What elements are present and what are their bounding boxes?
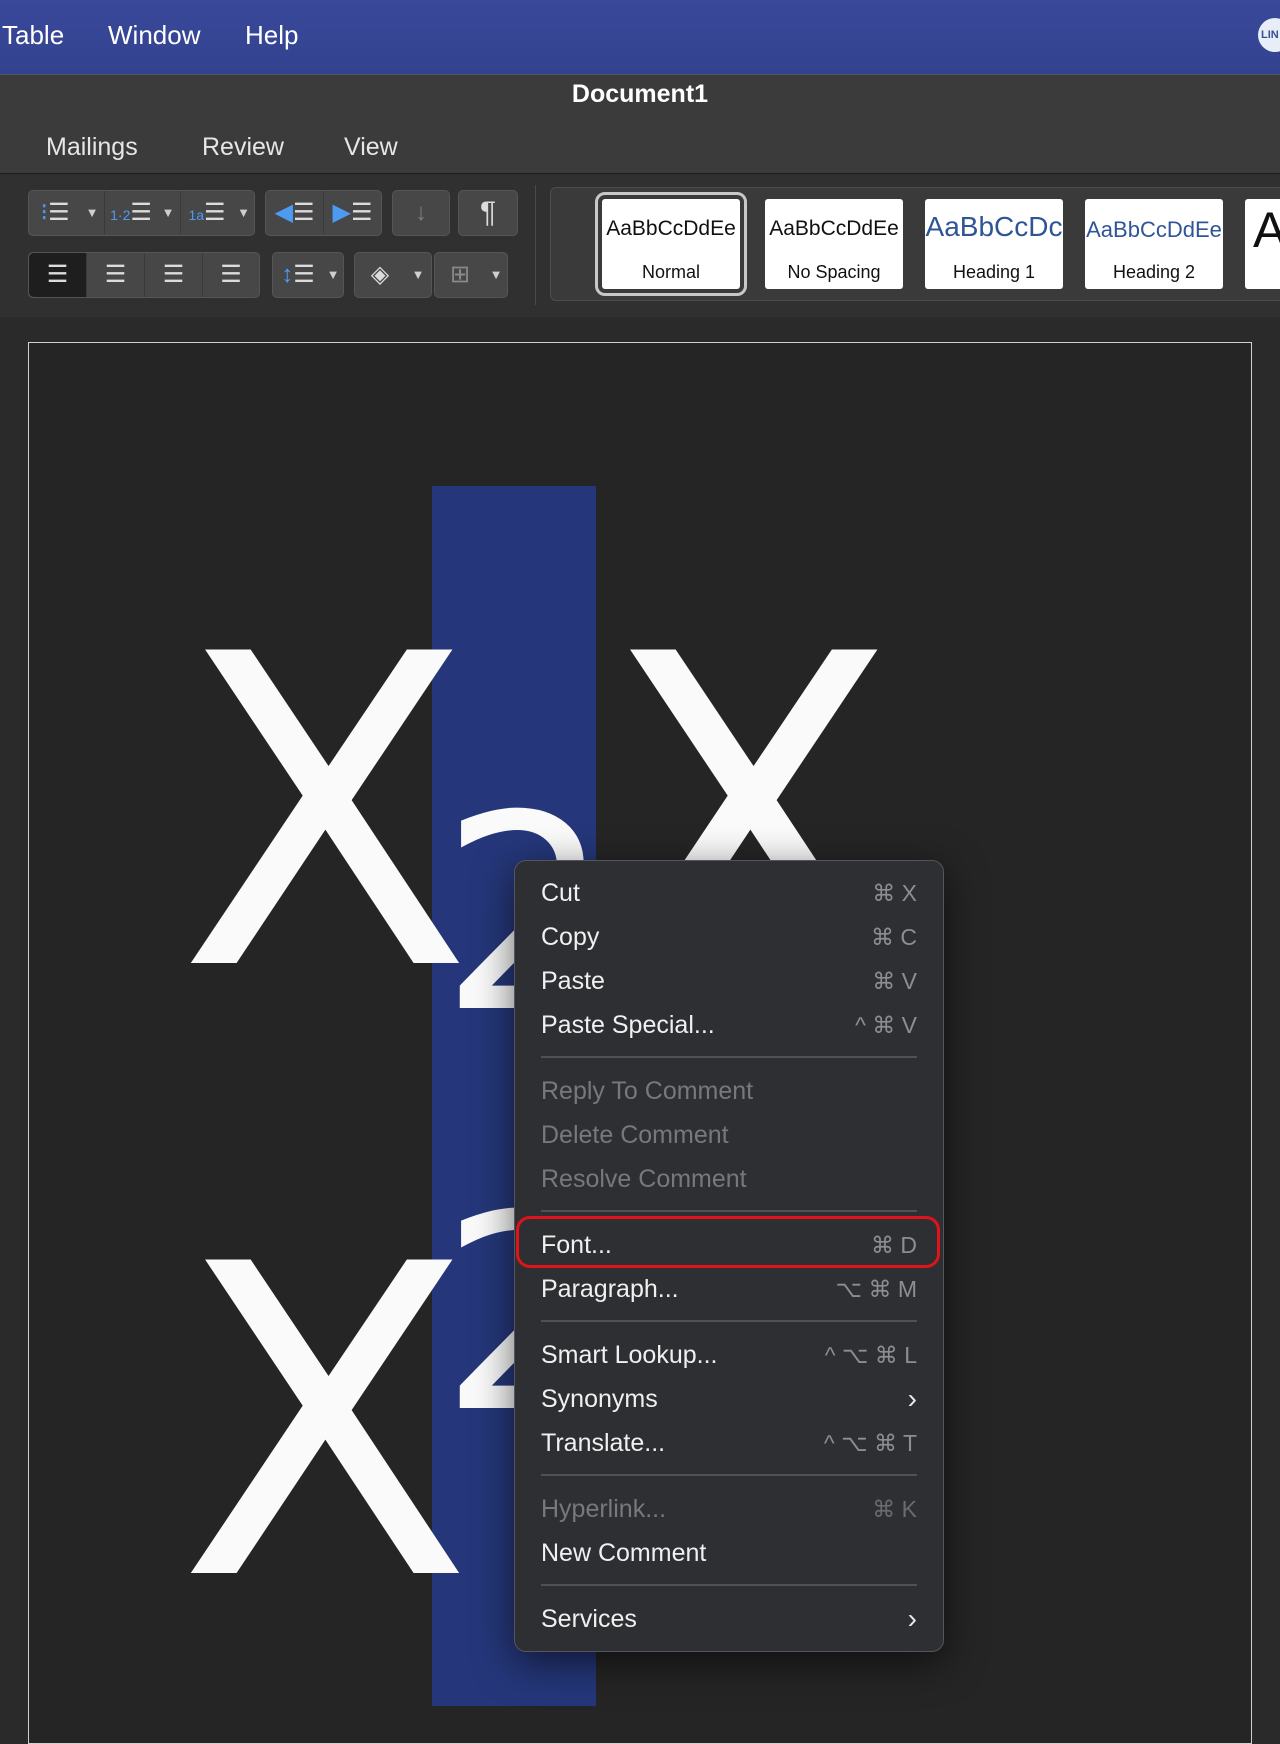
menu-item-services[interactable]: Services › — [541, 1599, 917, 1639]
line-app-icon[interactable]: LIN — [1258, 18, 1280, 52]
chevron-down-icon[interactable]: ▼ — [407, 253, 429, 297]
chevron-down-icon[interactable]: ▼ — [233, 191, 254, 235]
style-heading-1[interactable]: AaBbCcDc Heading 1 — [925, 199, 1063, 289]
indent-group: ◀☰ ▶☰ — [265, 190, 382, 236]
line-spacing-button[interactable]: ↕☰ ▼ — [272, 252, 344, 298]
decrease-indent-button[interactable]: ◀☰ — [266, 191, 324, 235]
menu-item-hyperlink: Hyperlink... ⌘ K — [541, 1495, 917, 1523]
align-center-button[interactable]: ☰ — [87, 253, 145, 297]
style-sample: AaBbCcDc — [925, 211, 1063, 242]
list-group: ⁝☰ ▼ 1·2☰ ▼ 1a☰ ▼ — [28, 190, 255, 236]
sort-icon: ↓ — [415, 199, 427, 226]
menu-item-delete-comment: Delete Comment — [541, 1121, 729, 1149]
macos-menu-bar: Table Window Help LIN — [0, 0, 1280, 74]
style-sample: AaBbCcDdEe — [606, 217, 736, 240]
increase-indent-icon: ▶☰ — [332, 199, 373, 226]
style-sample: AaBbCcDdEe — [769, 217, 899, 240]
justify-icon: ☰ — [220, 261, 242, 288]
shading-button[interactable]: ◈ ▼ — [354, 252, 432, 298]
menu-separator — [541, 1056, 917, 1058]
align-center-icon: ☰ — [104, 261, 127, 288]
multilevel-list-icon: 1a☰ — [188, 199, 226, 226]
tab-view[interactable]: View — [344, 133, 398, 162]
style-sample: A — [1253, 202, 1280, 258]
shading-icon: ◈ — [370, 261, 390, 288]
chevron-down-icon[interactable]: ▼ — [485, 253, 507, 297]
document-title: Document1 — [571, 80, 709, 108]
pilcrow-icon: ¶ — [479, 196, 497, 229]
menu-separator — [541, 1320, 917, 1322]
style-heading-2[interactable]: AaBbCcDdEe Heading 2 — [1085, 199, 1223, 289]
menu-separator — [541, 1584, 917, 1586]
align-right-icon: ☰ — [162, 261, 185, 288]
menu-help[interactable]: Help — [245, 0, 298, 70]
chevron-right-icon: › — [907, 1603, 917, 1634]
decrease-indent-icon: ◀☰ — [274, 199, 315, 226]
chevron-down-icon[interactable]: ▼ — [157, 191, 179, 235]
menu-item-copy[interactable]: Copy ⌘ C — [541, 917, 917, 957]
borders-icon: ⊞ — [449, 261, 471, 288]
menu-separator — [541, 1210, 917, 1212]
menu-table[interactable]: Table — [2, 0, 64, 70]
menu-separator — [541, 1474, 917, 1476]
menu-item-resolve-comment: Resolve Comment — [541, 1165, 747, 1193]
bullets-button[interactable]: ⁝☰ ▼ — [29, 191, 105, 235]
numbering-icon: 1·2☰ — [110, 199, 152, 226]
chevron-down-icon[interactable]: ▼ — [81, 191, 103, 235]
style-name: Heading 1 — [952, 262, 1036, 282]
ribbon-divider — [535, 185, 536, 305]
menu-item-smart-lookup[interactable]: Smart Lookup... ^ ⌥ ⌘ L — [541, 1335, 917, 1375]
sort-button[interactable]: ↓ — [392, 190, 450, 236]
menu-item-translate[interactable]: Translate... ^ ⌥ ⌘ T — [541, 1423, 917, 1463]
style-normal[interactable]: AaBbCcDdEe Normal — [595, 192, 747, 296]
justify-button[interactable]: ☰ — [203, 253, 259, 297]
bullets-icon: ⁝☰ — [40, 199, 70, 226]
style-sample: AaBbCcDdEe — [1086, 217, 1222, 242]
menu-item-cut[interactable]: Cut ⌘ X — [541, 873, 917, 913]
increase-indent-button[interactable]: ▶☰ — [324, 191, 381, 235]
tab-mailings[interactable]: Mailings — [46, 133, 138, 162]
multilevel-list-button[interactable]: 1a☰ ▼ — [181, 191, 254, 235]
chevron-down-icon[interactable]: ▼ — [323, 253, 343, 297]
style-name: Heading 2 — [1112, 262, 1196, 282]
large-x-letter[interactable]: X — [178, 1210, 473, 1640]
menu-item-paragraph[interactable]: Paragraph... ⌥ ⌘ M — [541, 1269, 917, 1309]
numbering-button[interactable]: 1·2☰ ▼ — [105, 191, 181, 235]
style-no-spacing[interactable]: AaBbCcDdEe No Spacing — [765, 199, 903, 289]
large-x-letter[interactable]: X — [178, 600, 473, 1030]
menu-window[interactable]: Window — [108, 0, 200, 70]
tab-review[interactable]: Review — [202, 133, 284, 162]
align-left-button[interactable]: ☰ — [29, 253, 87, 297]
line-spacing-icon: ↕☰ — [281, 261, 315, 288]
chevron-right-icon: › — [907, 1383, 917, 1414]
menu-item-new-comment[interactable]: New Comment — [541, 1533, 917, 1573]
borders-button[interactable]: ⊞ ▼ — [434, 252, 508, 298]
style-name: Normal — [641, 262, 700, 282]
alignment-group: ☰ ☰ ☰ ☰ — [28, 252, 260, 298]
style-name: No Spacing — [787, 262, 881, 282]
align-left-icon: ☰ — [46, 261, 69, 288]
menu-item-paste-special[interactable]: Paste Special... ^ ⌘ V — [541, 1005, 917, 1045]
menu-item-synonyms[interactable]: Synonyms › — [541, 1379, 917, 1419]
show-formatting-button[interactable]: ¶ — [458, 190, 518, 236]
style-title[interactable]: A — [1245, 199, 1280, 289]
menu-item-paste[interactable]: Paste ⌘ V — [541, 961, 917, 1001]
font-item-highlight-ring — [516, 1216, 940, 1268]
align-right-button[interactable]: ☰ — [145, 253, 203, 297]
menu-item-reply-to-comment: Reply To Comment — [541, 1077, 754, 1105]
